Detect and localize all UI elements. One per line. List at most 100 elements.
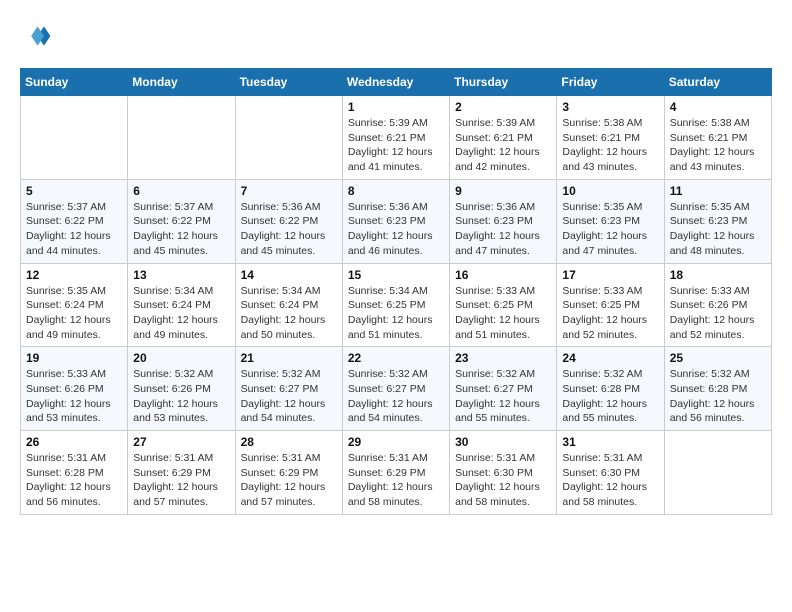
calendar-cell: 27 Sunrise: 5:31 AM Sunset: 6:29 PM Dayli… — [128, 431, 235, 515]
day-info: Sunrise: 5:31 AM Sunset: 6:29 PM Dayligh… — [348, 451, 444, 510]
calendar-cell: 26 Sunrise: 5:31 AM Sunset: 6:28 PM Dayli… — [21, 431, 128, 515]
calendar-cell: 8Sunrise: 5:36 AM Sunset: 6:23 PM Daylig… — [342, 179, 449, 263]
calendar-cell: 9 Sunrise: 5:36 AM Sunset: 6:23 PM Daylig… — [450, 179, 557, 263]
weekday-header-monday: Monday — [128, 69, 235, 96]
calendar-cell: 5 Sunrise: 5:37 AM Sunset: 6:22 PM Daylig… — [21, 179, 128, 263]
day-number: 27 — [133, 435, 229, 449]
calendar-cell — [664, 431, 771, 515]
day-info: Sunrise: 5:32 AM Sunset: 6:27 PM Dayligh… — [455, 367, 551, 426]
day-info: Sunrise: 5:36 AM Sunset: 6:23 PM Dayligh… — [455, 200, 551, 259]
calendar-week-1: 1 Sunrise: 5:39 AM Sunset: 6:21 PM Daylig… — [21, 96, 772, 180]
day-number: 8 — [348, 184, 444, 198]
day-number: 1 — [348, 100, 444, 114]
calendar-week-3: 12 Sunrise: 5:35 AM Sunset: 6:24 PM Dayli… — [21, 263, 772, 347]
calendar-week-2: 5 Sunrise: 5:37 AM Sunset: 6:22 PM Daylig… — [21, 179, 772, 263]
day-number: 2 — [455, 100, 551, 114]
calendar-cell — [21, 96, 128, 180]
day-info: Sunrise: 5:32 AM Sunset: 6:26 PM Dayligh… — [133, 367, 229, 426]
day-info: Sunrise: 5:35 AM Sunset: 6:23 PM Dayligh… — [670, 200, 766, 259]
day-number: 21 — [241, 351, 337, 365]
calendar-cell: 14 Sunrise: 5:34 AM Sunset: 6:24 PM Dayli… — [235, 263, 342, 347]
calendar-cell: 21 Sunrise: 5:32 AM Sunset: 6:27 PM Dayli… — [235, 347, 342, 431]
calendar-cell: 15 Sunrise: 5:34 AM Sunset: 6:25 PM Dayli… — [342, 263, 449, 347]
day-info: Sunrise: 5:39 AM Sunset: 6:21 PM Dayligh… — [455, 116, 551, 175]
day-info: Sunrise: 5:37 AM Sunset: 6:22 PM Dayligh… — [26, 200, 122, 259]
day-number: 19 — [26, 351, 122, 365]
day-number: 10 — [562, 184, 658, 198]
calendar-table: SundayMondayTuesdayWednesdayThursdayFrid… — [20, 68, 772, 515]
day-number: 7 — [241, 184, 337, 198]
day-info: Sunrise: 5:34 AM Sunset: 6:24 PM Dayligh… — [241, 284, 337, 343]
day-info: Sunrise: 5:32 AM Sunset: 6:28 PM Dayligh… — [670, 367, 766, 426]
day-number: 31 — [562, 435, 658, 449]
calendar-cell: 23 Sunrise: 5:32 AM Sunset: 6:27 PM Dayli… — [450, 347, 557, 431]
calendar-week-4: 19Sunrise: 5:33 AM Sunset: 6:26 PM Dayli… — [21, 347, 772, 431]
day-number: 14 — [241, 268, 337, 282]
day-info: Sunrise: 5:36 AM Sunset: 6:22 PM Dayligh… — [241, 200, 337, 259]
day-number: 20 — [133, 351, 229, 365]
logo — [20, 20, 56, 52]
day-info: Sunrise: 5:31 AM Sunset: 6:29 PM Dayligh… — [133, 451, 229, 510]
day-number: 6 — [133, 184, 229, 198]
day-number: 12 — [26, 268, 122, 282]
day-info: Sunrise: 5:34 AM Sunset: 6:25 PM Dayligh… — [348, 284, 444, 343]
day-info: Sunrise: 5:38 AM Sunset: 6:21 PM Dayligh… — [562, 116, 658, 175]
calendar-cell: 17 Sunrise: 5:33 AM Sunset: 6:25 PM Dayli… — [557, 263, 664, 347]
day-number: 16 — [455, 268, 551, 282]
page-header — [20, 20, 772, 52]
calendar-cell: 19Sunrise: 5:33 AM Sunset: 6:26 PM Dayli… — [21, 347, 128, 431]
day-info: Sunrise: 5:34 AM Sunset: 6:24 PM Dayligh… — [133, 284, 229, 343]
calendar-cell: 2 Sunrise: 5:39 AM Sunset: 6:21 PM Daylig… — [450, 96, 557, 180]
day-number: 25 — [670, 351, 766, 365]
day-number: 11 — [670, 184, 766, 198]
day-info: Sunrise: 5:39 AM Sunset: 6:21 PM Dayligh… — [348, 116, 444, 175]
day-number: 17 — [562, 268, 658, 282]
calendar-body: 1 Sunrise: 5:39 AM Sunset: 6:21 PM Daylig… — [21, 96, 772, 515]
day-info: Sunrise: 5:31 AM Sunset: 6:28 PM Dayligh… — [26, 451, 122, 510]
day-number: 18 — [670, 268, 766, 282]
calendar-cell: 29Sunrise: 5:31 AM Sunset: 6:29 PM Dayli… — [342, 431, 449, 515]
day-info: Sunrise: 5:38 AM Sunset: 6:21 PM Dayligh… — [670, 116, 766, 175]
calendar-cell: 3 Sunrise: 5:38 AM Sunset: 6:21 PM Daylig… — [557, 96, 664, 180]
calendar-week-5: 26 Sunrise: 5:31 AM Sunset: 6:28 PM Dayli… — [21, 431, 772, 515]
day-number: 4 — [670, 100, 766, 114]
day-number: 13 — [133, 268, 229, 282]
day-info: Sunrise: 5:32 AM Sunset: 6:27 PM Dayligh… — [241, 367, 337, 426]
calendar-cell: 11 Sunrise: 5:35 AM Sunset: 6:23 PM Dayli… — [664, 179, 771, 263]
day-number: 26 — [26, 435, 122, 449]
day-number: 28 — [241, 435, 337, 449]
calendar-cell: 25 Sunrise: 5:32 AM Sunset: 6:28 PM Dayli… — [664, 347, 771, 431]
day-info: Sunrise: 5:31 AM Sunset: 6:29 PM Dayligh… — [241, 451, 337, 510]
calendar-header: SundayMondayTuesdayWednesdayThursdayFrid… — [21, 69, 772, 96]
day-number: 23 — [455, 351, 551, 365]
calendar-cell: 6 Sunrise: 5:37 AM Sunset: 6:22 PM Daylig… — [128, 179, 235, 263]
day-number: 22 — [348, 351, 444, 365]
calendar-cell: 31Sunrise: 5:31 AM Sunset: 6:30 PM Dayli… — [557, 431, 664, 515]
day-info: Sunrise: 5:33 AM Sunset: 6:25 PM Dayligh… — [455, 284, 551, 343]
calendar-cell: 12 Sunrise: 5:35 AM Sunset: 6:24 PM Dayli… — [21, 263, 128, 347]
day-info: Sunrise: 5:33 AM Sunset: 6:26 PM Dayligh… — [670, 284, 766, 343]
day-info: Sunrise: 5:32 AM Sunset: 6:28 PM Dayligh… — [562, 367, 658, 426]
calendar-cell: 13 Sunrise: 5:34 AM Sunset: 6:24 PM Dayli… — [128, 263, 235, 347]
weekday-header-friday: Friday — [557, 69, 664, 96]
day-number: 9 — [455, 184, 551, 198]
calendar-cell: 16 Sunrise: 5:33 AM Sunset: 6:25 PM Dayli… — [450, 263, 557, 347]
calendar-cell: 18 Sunrise: 5:33 AM Sunset: 6:26 PM Dayli… — [664, 263, 771, 347]
day-number: 3 — [562, 100, 658, 114]
calendar-cell: 7 Sunrise: 5:36 AM Sunset: 6:22 PM Daylig… — [235, 179, 342, 263]
calendar-cell: 28 Sunrise: 5:31 AM Sunset: 6:29 PM Dayli… — [235, 431, 342, 515]
weekday-header-thursday: Thursday — [450, 69, 557, 96]
day-info: Sunrise: 5:35 AM Sunset: 6:24 PM Dayligh… — [26, 284, 122, 343]
weekday-header-sunday: Sunday — [21, 69, 128, 96]
calendar-cell: 10Sunrise: 5:35 AM Sunset: 6:23 PM Dayli… — [557, 179, 664, 263]
calendar-cell: 24 Sunrise: 5:32 AM Sunset: 6:28 PM Dayli… — [557, 347, 664, 431]
day-info: Sunrise: 5:37 AM Sunset: 6:22 PM Dayligh… — [133, 200, 229, 259]
day-info: Sunrise: 5:33 AM Sunset: 6:25 PM Dayligh… — [562, 284, 658, 343]
calendar-cell: 22Sunrise: 5:32 AM Sunset: 6:27 PM Dayli… — [342, 347, 449, 431]
day-number: 24 — [562, 351, 658, 365]
weekday-header-wednesday: Wednesday — [342, 69, 449, 96]
day-number: 15 — [348, 268, 444, 282]
calendar-cell: 1 Sunrise: 5:39 AM Sunset: 6:21 PM Daylig… — [342, 96, 449, 180]
day-number: 5 — [26, 184, 122, 198]
weekday-header-tuesday: Tuesday — [235, 69, 342, 96]
